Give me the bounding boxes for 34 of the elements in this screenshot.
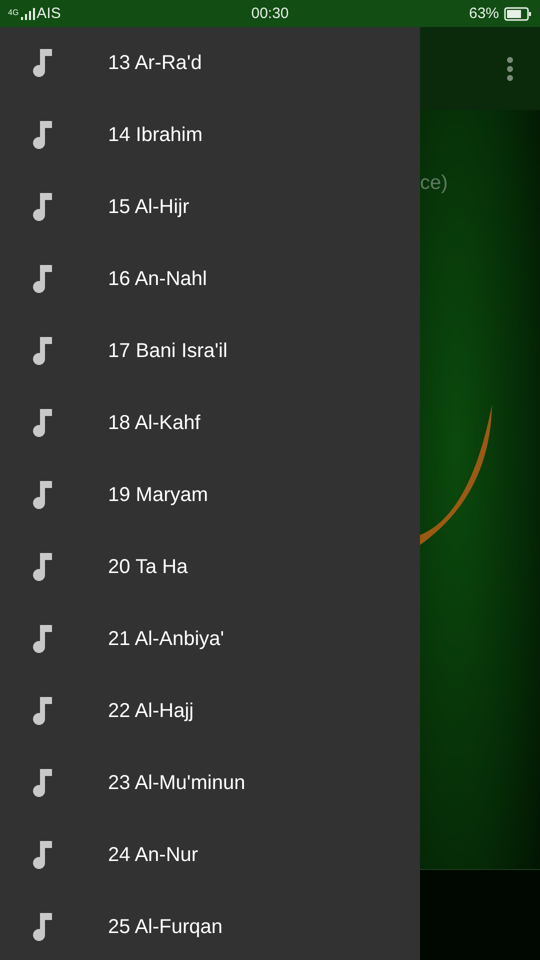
music-note-icon [31, 697, 53, 725]
music-note-icon [31, 193, 53, 221]
music-note-icon [31, 625, 53, 653]
track-item[interactable]: 16 An-Nahl [108, 268, 207, 290]
subtitle-text: ce) [420, 172, 448, 195]
battery-percent: 63% [468, 5, 500, 22]
music-note-icon [31, 337, 53, 365]
track-item[interactable]: 13 Ar-Ra'd [108, 52, 202, 74]
music-note-icon [31, 121, 53, 149]
battery-icon [504, 6, 532, 20]
more-options-icon[interactable] [506, 56, 514, 80]
track-item[interactable]: 14 Ibrahim [108, 124, 202, 146]
track-item[interactable]: 20 Ta Ha [108, 556, 188, 578]
track-item[interactable]: 24 An-Nur [108, 844, 198, 866]
track-item[interactable]: 18 Al-Kahf [108, 412, 200, 434]
track-item[interactable]: 23 Al-Mu'minun [108, 772, 246, 794]
music-note-icon [31, 841, 53, 869]
track-item[interactable]: 19 Maryam [108, 484, 208, 506]
music-note-icon [31, 553, 53, 581]
track-item[interactable]: 15 Al-Hijr [108, 196, 190, 218]
clock-time: 00:30 [251, 5, 289, 22]
track-item[interactable]: 25 Al-Furqan [108, 916, 223, 938]
network-type: 4G [8, 8, 19, 17]
music-note-icon [31, 769, 53, 797]
music-note-icon [31, 409, 53, 437]
track-item[interactable]: 22 Al-Hajj [108, 700, 194, 722]
track-item[interactable]: 17 Bani Isra'il [108, 340, 228, 362]
music-note-icon [31, 481, 53, 509]
signal-icon [20, 8, 35, 20]
track-item[interactable]: 21 Al-Anbiya' [108, 628, 224, 650]
music-note-icon [31, 49, 53, 77]
music-note-icon [31, 265, 53, 293]
music-note-icon [31, 913, 53, 941]
carrier-name: AIS [36, 5, 61, 22]
